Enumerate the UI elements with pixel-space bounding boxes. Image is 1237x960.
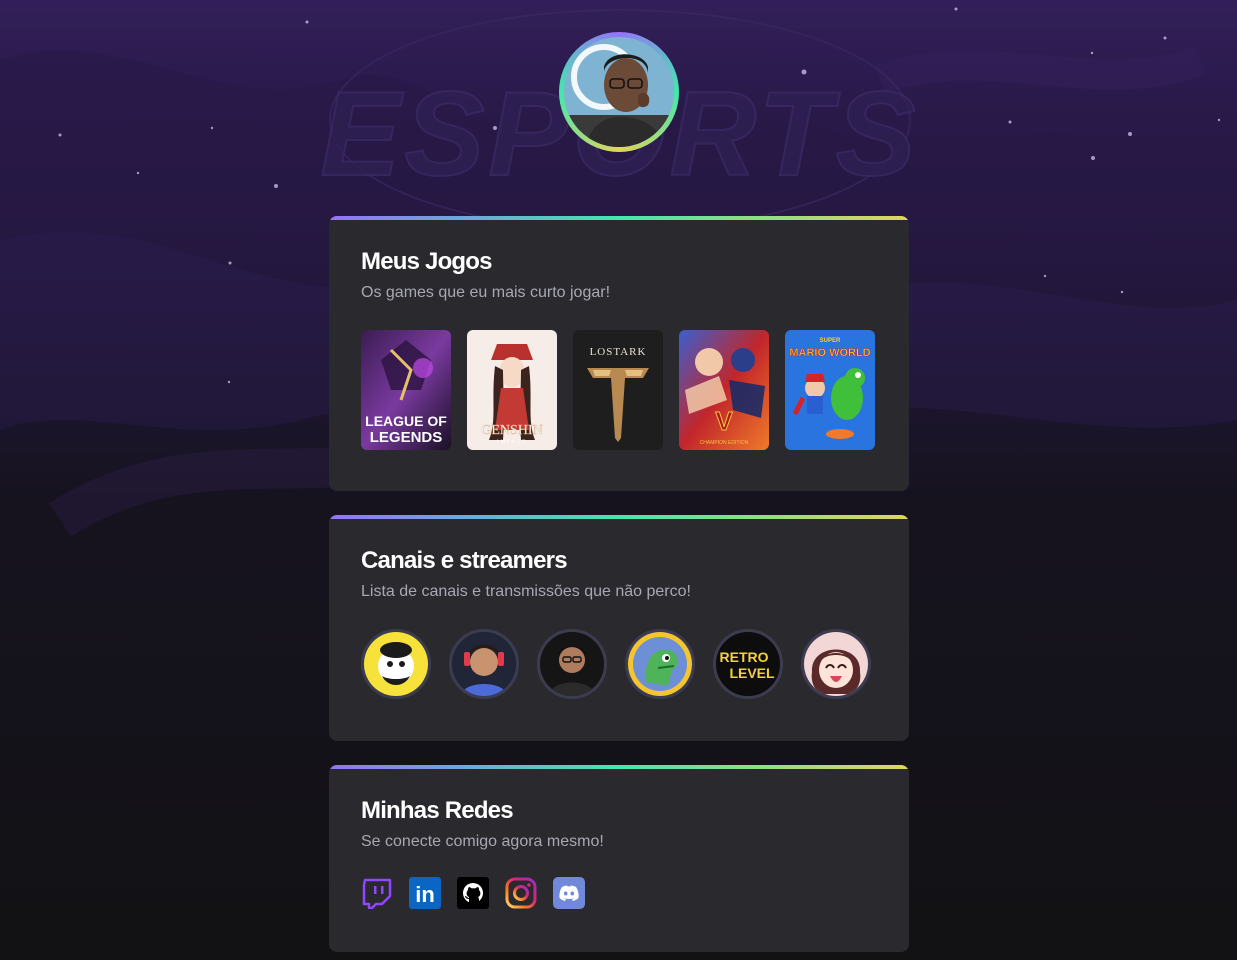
game-cover-text: LEGENDS (370, 429, 443, 446)
game-cover-text: LEAGUE OF (365, 413, 447, 429)
game-cover-text: LOSTARK (590, 346, 647, 358)
game-cover-street-fighter[interactable]: V CHAMPION EDITION (679, 330, 769, 450)
games-title: Meus Jogos (361, 248, 493, 275)
social-title: Minhas Redes (361, 797, 514, 824)
linkedin-glyph: in (415, 882, 435, 907)
social-subtitle: Se conecte comigo agora mesmo! (361, 833, 604, 850)
github-icon[interactable] (457, 877, 489, 909)
game-cover-super-mario-world[interactable]: SUPER MARIO WORLD (785, 330, 875, 450)
discord-icon[interactable] (553, 877, 585, 909)
instagram-icon[interactable] (505, 877, 537, 909)
streamer-avatar-retro-level[interactable]: RETRO LEVEL (713, 629, 783, 699)
game-cover-text: GENSHIN (481, 423, 542, 438)
streamers-title: Canais e streamers (361, 547, 568, 574)
game-cover-text: IMPACT (497, 440, 527, 445)
twitch-icon[interactable] (361, 877, 393, 909)
games-list: LEAGUE OF LEGENDS GENSHIN IMPACT LOSTARK (361, 330, 877, 450)
game-cover-genshin-impact[interactable]: GENSHIN IMPACT (467, 330, 557, 450)
social-card: Minhas Redes Se conecte comigo agora mes… (329, 765, 909, 952)
streamers-subtitle: Lista de canais e transmissões que não p… (361, 583, 691, 600)
game-cover-text: MARIO WORLD (789, 347, 870, 359)
games-subtitle: Os games que eu mais curto jogar! (361, 284, 611, 301)
game-cover-text: SUPER (820, 338, 841, 344)
game-cover-text: CHAMPION EDITION (700, 440, 749, 446)
game-cover-league-of-legends[interactable]: LEAGUE OF LEGENDS (361, 330, 451, 450)
game-cover-text: V (715, 406, 733, 436)
streamer-logo-text: RETRO (720, 649, 769, 665)
streamer-logo-text: LEVEL (729, 665, 775, 681)
streamer-avatar[interactable] (801, 629, 871, 699)
streamers-list: RETRO LEVEL (361, 629, 877, 699)
streamers-card: Canais e streamers Lista de canais e tra… (329, 515, 909, 741)
social-links: in (361, 877, 877, 909)
streamer-avatar[interactable] (537, 629, 607, 699)
streamer-avatar[interactable] (361, 629, 431, 699)
games-card: Meus Jogos Os games que eu mais curto jo… (329, 216, 909, 491)
streamer-avatar[interactable] (625, 629, 695, 699)
profile-avatar (564, 37, 674, 147)
streamer-avatar[interactable] (449, 629, 519, 699)
linkedin-icon[interactable]: in (409, 877, 441, 909)
profile-avatar-ring[interactable] (559, 32, 679, 152)
game-cover-lost-ark[interactable]: LOSTARK (573, 330, 663, 450)
